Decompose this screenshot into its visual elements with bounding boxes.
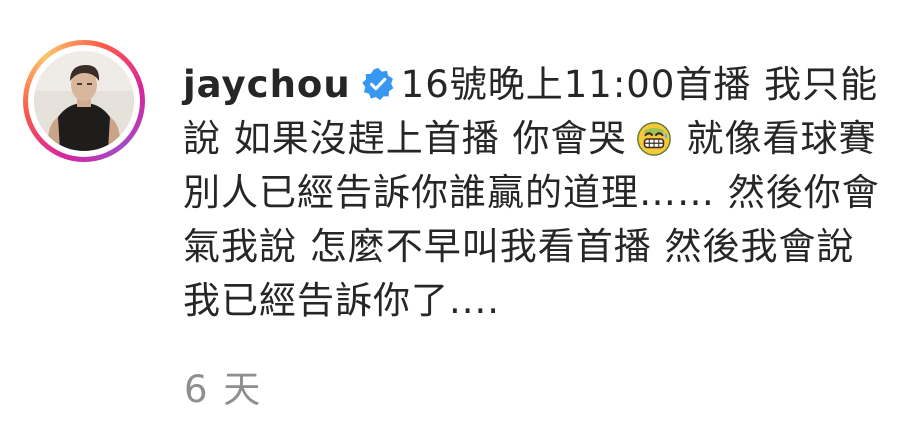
verified-badge-icon — [361, 67, 393, 101]
avatar-photo — [34, 51, 134, 151]
post-caption: jaychou 16號晚上11:00首播 我只能說 如果沒趕上首播 你會哭 就像… — [183, 58, 903, 328]
username-link[interactable]: jaychou — [183, 63, 351, 106]
instagram-caption: jaychou 16號晚上11:00首播 我只能說 如果沒趕上首播 你會哭 就像… — [0, 0, 922, 440]
grinning-sweat-emoji-icon — [636, 122, 671, 156]
avatar[interactable] — [34, 51, 134, 151]
avatar-ring-gap — [28, 45, 140, 157]
post-timestamp[interactable]: 6 天 — [184, 366, 262, 414]
avatar-story-ring[interactable] — [23, 40, 145, 162]
